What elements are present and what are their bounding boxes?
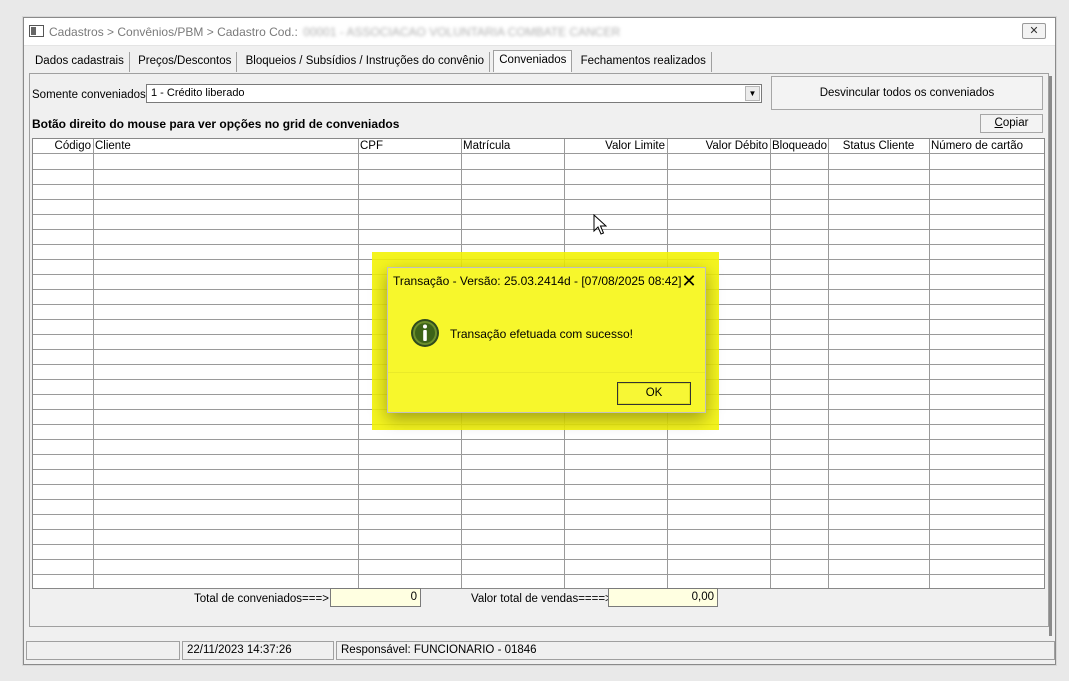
ok-button-label: OK xyxy=(645,387,663,399)
grid-row-divider xyxy=(33,199,1044,200)
grid-row-divider xyxy=(33,454,1044,455)
grid-row-divider xyxy=(33,244,1044,245)
title-bar: Cadastros > Convênios/PBM > Cadastro Cod… xyxy=(24,18,1055,46)
unlink-all-button[interactable]: Desvincular todos os conveniados xyxy=(771,76,1043,110)
valor-total-vendas-field: 0,00 xyxy=(608,588,718,607)
panel-right-edge xyxy=(1049,76,1052,636)
grid-row-divider xyxy=(33,229,1044,230)
tab-precos-descontos[interactable]: Preços/Descontos xyxy=(133,52,238,72)
col-header-status-cliente[interactable]: Status Cliente xyxy=(828,139,929,154)
col-header-codigo[interactable]: Código xyxy=(33,139,93,154)
dialog-close-button[interactable]: ✕ xyxy=(679,271,699,291)
grid-row-divider xyxy=(33,514,1044,515)
grid-hint: Botão direito do mouse para ver opções n… xyxy=(32,117,400,131)
status-datetime: 22/11/2023 14:37:26 xyxy=(182,641,334,660)
grid-row-divider xyxy=(33,184,1044,185)
tab-conveniados[interactable]: Conveniados xyxy=(493,50,573,72)
grid-header: Código Cliente CPF Matrícula Valor Limit… xyxy=(33,139,1044,154)
filter-label: Somente conveniados xyxy=(32,89,146,101)
window-title: Cadastros > Convênios/PBM > Cadastro Cod… xyxy=(49,25,620,39)
chevron-down-icon[interactable]: ▼ xyxy=(745,86,760,101)
grid-row-divider xyxy=(33,484,1044,485)
copy-accel: C xyxy=(994,117,1003,129)
mouse-cursor-icon xyxy=(593,214,607,235)
info-icon xyxy=(411,319,439,347)
col-header-valor-limite[interactable]: Valor Limite xyxy=(564,139,667,154)
app-window-icon xyxy=(29,25,44,37)
grid-row-divider xyxy=(33,544,1044,545)
ok-button[interactable]: OK xyxy=(617,382,691,405)
total-conveniados-label: Total de conveniados===> xyxy=(194,593,329,605)
dialog-message: Transação efetuada com sucesso! xyxy=(450,327,633,341)
col-header-matricula[interactable]: Matrícula xyxy=(461,139,564,154)
grid-row-divider xyxy=(33,559,1044,560)
status-responsavel: Responsável: FUNCIONARIO - 01846 xyxy=(336,641,1055,660)
grid-row-divider xyxy=(33,169,1044,170)
dialog-title: Transação - Versão: 25.03.2414d - [07/08… xyxy=(393,274,682,288)
status-bar: 22/11/2023 14:37:26 Responsável: FUNCION… xyxy=(26,641,1055,660)
grid-row-divider xyxy=(33,439,1044,440)
grid-row-divider xyxy=(33,469,1044,470)
tab-dados-cadastrais[interactable]: Dados cadastrais xyxy=(30,52,130,72)
grid-row-divider xyxy=(33,214,1044,215)
close-icon: ✕ xyxy=(681,271,697,291)
status-cell-empty xyxy=(26,641,180,660)
filter-selected-value: 1 - Crédito liberado xyxy=(151,87,245,99)
col-header-cliente[interactable]: Cliente xyxy=(93,139,358,154)
dialog-footer: OK xyxy=(388,372,705,412)
tab-bloqueios-subsidios[interactable]: Bloqueios / Subsídios / Instruções do co… xyxy=(241,52,491,72)
grid-row-divider xyxy=(33,574,1044,575)
title-cod-label: Cod.: xyxy=(269,25,298,39)
grid-row-divider xyxy=(33,499,1044,500)
grid-row-divider xyxy=(33,529,1044,530)
close-icon: ✕ xyxy=(1029,25,1039,37)
window-close-button[interactable]: ✕ xyxy=(1022,23,1046,39)
filter-select[interactable]: 1 - Crédito liberado ▼ xyxy=(146,84,762,103)
col-header-bloqueado[interactable]: Bloqueado xyxy=(770,139,828,154)
tab-fechamentos-realizados[interactable]: Fechamentos realizados xyxy=(576,52,712,72)
copy-label-rest: opiar xyxy=(1002,117,1029,129)
valor-total-vendas-label: Valor total de vendas====> xyxy=(471,593,612,605)
title-cod-value: 00001 - ASSOCIACAO VOLUNTARIA COMBATE CA… xyxy=(303,25,621,39)
col-header-numero-cartao[interactable]: Número de cartão xyxy=(929,139,1044,154)
col-header-valor-debito[interactable]: Valor Débito xyxy=(667,139,770,154)
tab-strip: Dados cadastrais Preços/Descontos Bloque… xyxy=(30,50,1049,72)
col-header-cpf[interactable]: CPF xyxy=(358,139,461,154)
title-path: Cadastros > Convênios/PBM > Cadastro xyxy=(49,25,266,39)
total-conveniados-field: 0 xyxy=(330,588,421,607)
transaction-dialog: Transação - Versão: 25.03.2414d - [07/08… xyxy=(387,267,706,413)
dialog-body: Transação efetuada com sucesso! xyxy=(388,296,705,372)
copy-button[interactable]: Copiar xyxy=(980,114,1043,133)
